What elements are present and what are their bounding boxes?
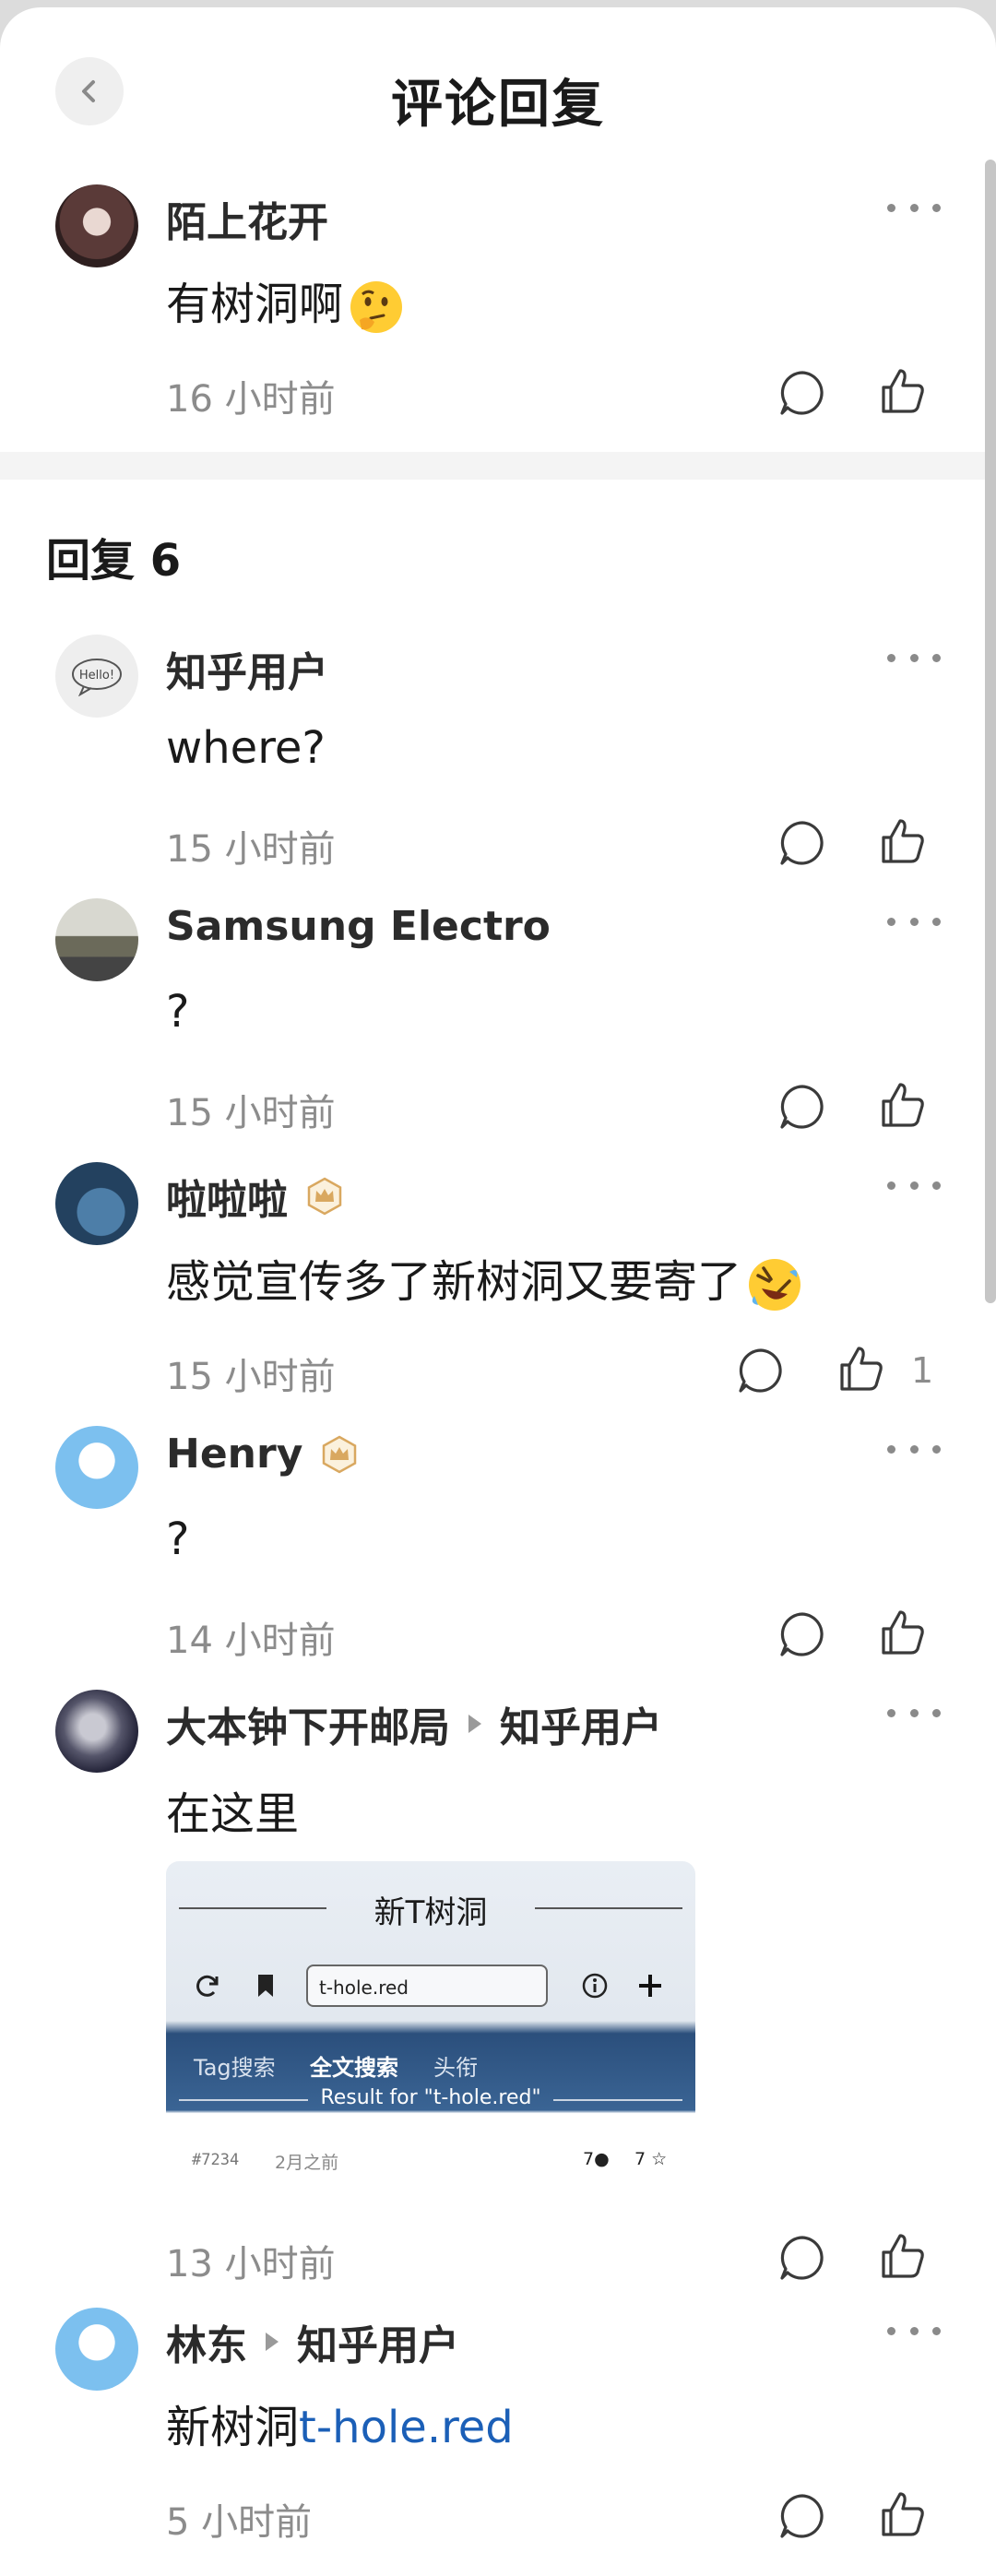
author-name[interactable]: 大本钟下开邮局 知乎用户: [166, 1694, 662, 1753]
more-options-icon[interactable]: [887, 1426, 941, 1472]
avatar[interactable]: [55, 898, 138, 981]
thumb-search-input: t-hole.red: [306, 1965, 548, 2007]
timestamp: 15 小时前: [166, 828, 336, 871]
comment-text: 感觉宣传多了新树洞又要寄了: [166, 1245, 804, 1314]
refresh-icon: [196, 1975, 219, 1997]
avatar[interactable]: [55, 184, 138, 267]
reply-icon[interactable]: [775, 365, 830, 421]
comment-text: 新树洞t-hole.red: [166, 2402, 514, 2453]
reply-icon[interactable]: [775, 2488, 830, 2544]
like-icon[interactable]: [874, 2487, 930, 2542]
crown-badge-icon: [323, 1435, 357, 1473]
author-name[interactable]: 陌上花开: [166, 189, 328, 248]
reply-arrow-icon: [266, 2333, 279, 2351]
comment-text: where?: [166, 722, 326, 774]
thumb-title: 新T树洞: [374, 1894, 488, 1931]
timestamp: 16 小时前: [166, 378, 336, 421]
comment-text: 有树洞啊: [166, 267, 406, 337]
author-name[interactable]: Henry: [166, 1430, 360, 1478]
info-icon: [582, 1973, 608, 1999]
like-count: 1: [911, 1350, 934, 1391]
svg-text:Hello!: Hello!: [79, 669, 114, 683]
plus-icon: [639, 1975, 661, 1997]
author-name[interactable]: 林东 知乎用户: [166, 2312, 459, 2371]
header: 评论回复: [0, 7, 996, 175]
author-name[interactable]: Samsung Electro: [166, 903, 551, 950]
comment-text: ?: [166, 1514, 190, 1565]
comment-reply-sheet: 评论回复 陌上花开 有树洞啊 16 小时前 回复 6 Hello! 知乎用户 w…: [0, 7, 996, 2576]
avatar[interactable]: Hello!: [55, 635, 138, 718]
more-options-icon[interactable]: [887, 2308, 941, 2354]
timestamp: 15 小时前: [166, 1092, 336, 1134]
like-icon[interactable]: [833, 1341, 888, 1396]
attached-screenshot[interactable]: 新T树洞 t-hole.red Tag搜索 全文搜索 头衔 Result for…: [166, 1861, 695, 2180]
more-options-icon[interactable]: [887, 1690, 941, 1736]
more-options-icon[interactable]: [887, 184, 941, 231]
avatar[interactable]: [55, 1162, 138, 1245]
comment-link[interactable]: t-hole.red: [299, 2402, 514, 2453]
more-options-icon[interactable]: [887, 1162, 941, 1208]
timestamp: 14 小时前: [166, 1620, 336, 1662]
reply-icon[interactable]: [775, 815, 830, 871]
more-options-icon[interactable]: [887, 898, 941, 944]
like-icon[interactable]: [874, 2228, 930, 2284]
crown-badge-icon: [307, 1177, 342, 1216]
replies-count-title: 回复 6: [46, 535, 182, 587]
reply-arrow-icon: [468, 1715, 481, 1733]
author-name[interactable]: 啦啦啦: [166, 1167, 345, 1226]
avatar[interactable]: [55, 1426, 138, 1509]
page-title: 评论回复: [391, 75, 605, 135]
thinking-face-icon: [350, 281, 403, 333]
reply-icon[interactable]: [775, 1079, 830, 1134]
reply-icon[interactable]: [775, 2230, 830, 2285]
reply-icon[interactable]: [775, 1607, 830, 1662]
avatar[interactable]: [55, 2308, 138, 2391]
comment-text: ?: [166, 986, 190, 1038]
speech-bubble-icon: Hello!: [72, 659, 122, 696]
like-icon[interactable]: [874, 1077, 930, 1133]
like-icon[interactable]: [874, 813, 930, 869]
like-icon[interactable]: [874, 363, 930, 419]
bookmark-icon: [258, 1975, 273, 1997]
timestamp: 5 小时前: [166, 2501, 313, 2544]
scrollbar[interactable]: [985, 160, 996, 1303]
avatar[interactable]: [55, 1690, 138, 1773]
comment-text: 在这里: [166, 1788, 300, 1840]
rolling-laughing-face-icon: [749, 1259, 801, 1311]
timestamp: 15 小时前: [166, 1356, 336, 1398]
section-divider: [0, 452, 996, 480]
author-name[interactable]: 知乎用户: [166, 639, 328, 698]
reply-icon[interactable]: [733, 1343, 788, 1398]
timestamp: 13 小时前: [166, 2243, 336, 2285]
more-options-icon[interactable]: [887, 635, 941, 681]
like-icon[interactable]: [874, 1605, 930, 1660]
